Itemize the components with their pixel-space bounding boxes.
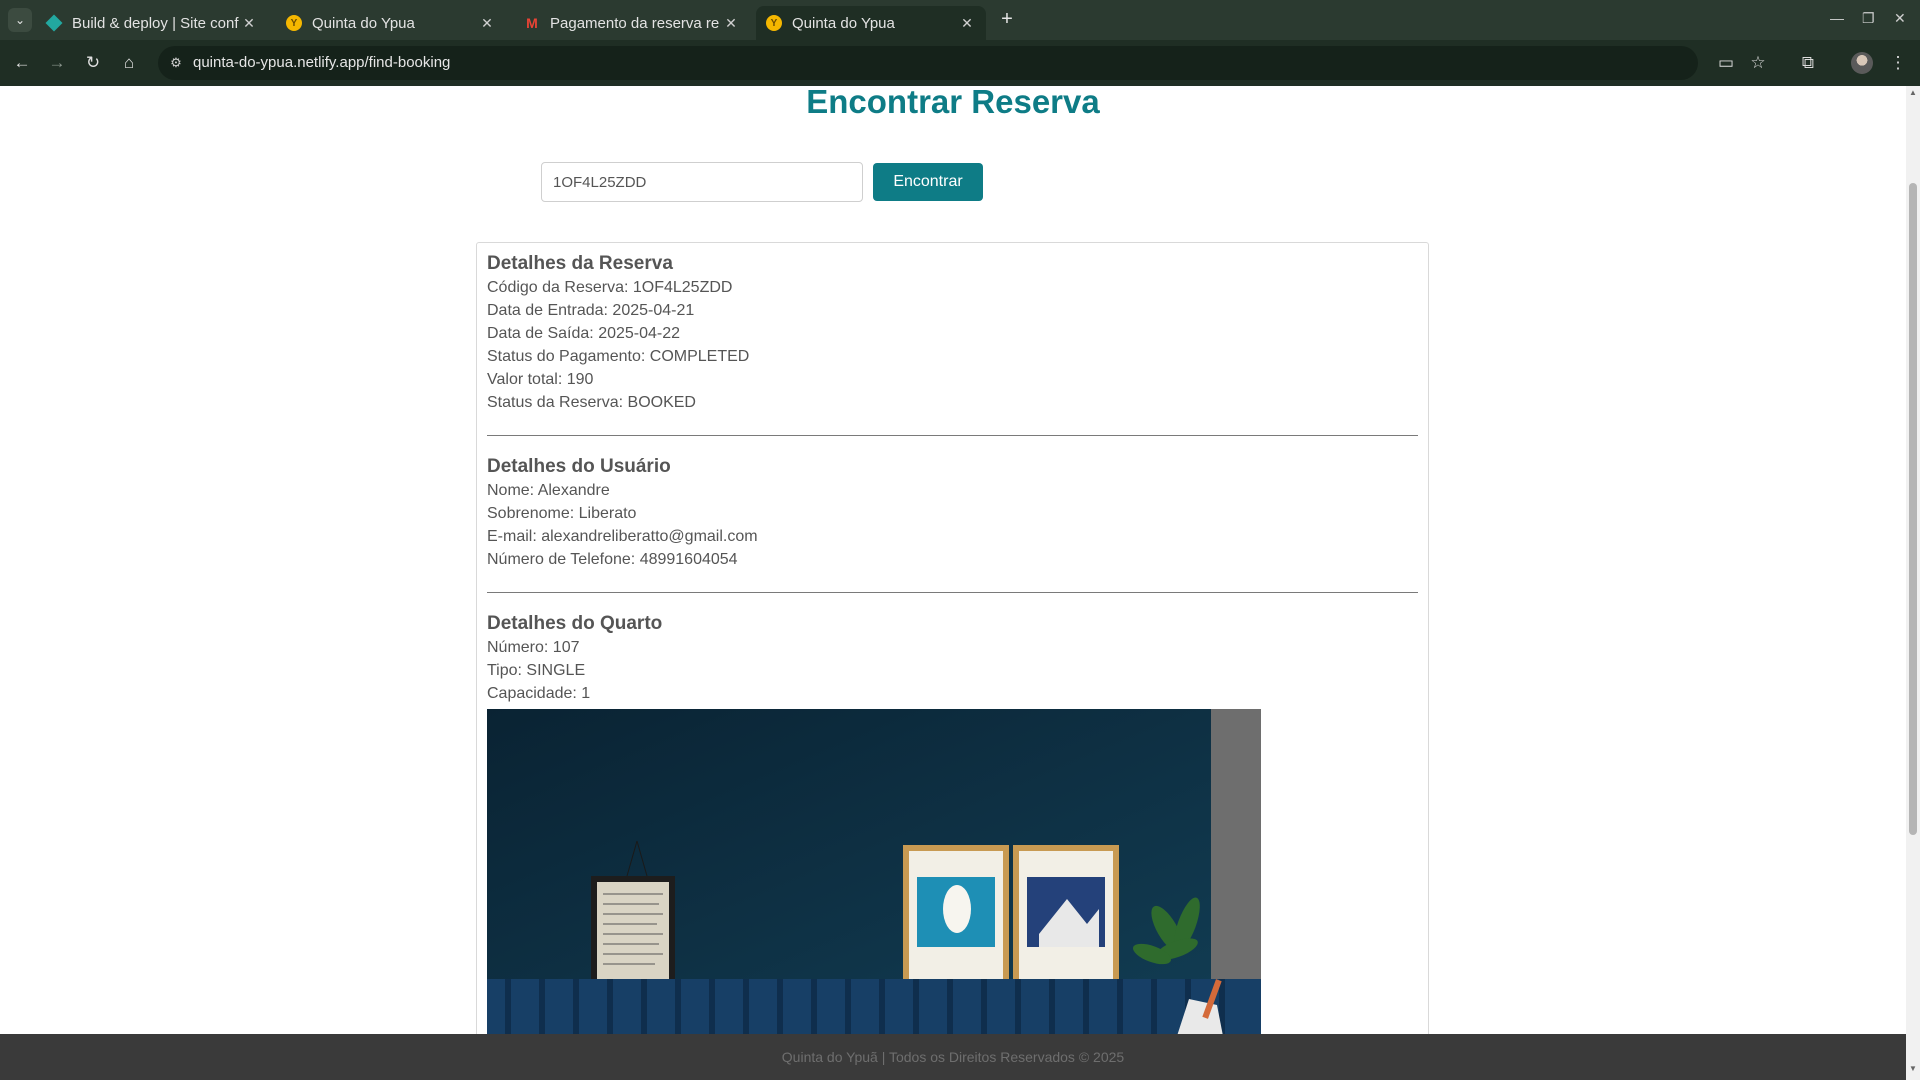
close-window-icon[interactable]: ✕	[1894, 10, 1906, 27]
room-details-heading: Detalhes do Quarto	[487, 613, 663, 634]
extensions-icon[interactable]: ⧉	[1796, 51, 1820, 75]
new-tab-button[interactable]: +	[995, 8, 1019, 32]
close-tab-icon[interactable]: ✕	[478, 15, 496, 32]
browser-tab-gmail[interactable]: M Pagamento da reserva re ✕	[514, 6, 750, 40]
forward-icon[interactable]: →	[46, 52, 68, 74]
payment-status: Status do Pagamento: COMPLETED	[487, 348, 750, 365]
section-divider	[487, 592, 1418, 593]
quinta-logo-icon: Y	[766, 15, 782, 31]
tab-search-menu-button[interactable]: ⌄	[8, 8, 32, 32]
gmail-icon: M	[526, 15, 538, 31]
site-settings-icon[interactable]: ⚙	[166, 53, 186, 73]
booking-status: Status da Reserva: BOOKED	[487, 394, 696, 411]
booking-code: Código da Reserva: 1OF4L25ZDD	[487, 279, 733, 296]
card-icon[interactable]: ▭	[1714, 51, 1738, 75]
netlify-diamond-icon	[45, 14, 63, 32]
quinta-logo-icon: Y	[286, 15, 302, 31]
reload-icon[interactable]: ↻	[82, 52, 104, 74]
user-phone: Número de Telefone: 48991604054	[487, 551, 738, 568]
tab-title: Build & deploy | Site conf	[72, 14, 239, 32]
browser-tab-build-deploy[interactable]: Build & deploy | Site conf ✕	[38, 6, 268, 40]
menu-kebab-icon[interactable]: ⋮	[1886, 51, 1910, 75]
section-divider	[487, 435, 1418, 436]
user-details-heading: Detalhes do Usuário	[487, 456, 671, 477]
user-last-name: Sobrenome: Liberato	[487, 505, 637, 522]
page-title: Encontrar Reserva	[806, 83, 1100, 120]
room-number: Número: 107	[487, 639, 580, 656]
user-first-name: Nome: Alexandre	[487, 482, 610, 499]
browser-tab-quinta-active[interactable]: Y Quinta do Ypua ✕	[756, 6, 986, 40]
tab-title: Quinta do Ypua	[792, 14, 895, 32]
room-type: Tipo: SINGLE	[487, 662, 586, 679]
page-footer: Quinta do Ypuã | Todos os Direitos Reser…	[0, 1034, 1906, 1080]
url-text[interactable]: quinta-do-ypua.netlify.app/find-booking	[193, 54, 450, 71]
browser-tab-quinta[interactable]: Y Quinta do Ypua ✕	[276, 6, 506, 40]
close-tab-icon[interactable]: ✕	[722, 15, 740, 32]
profile-avatar[interactable]	[1851, 52, 1873, 74]
scroll-down-icon[interactable]: ▼	[1908, 1064, 1918, 1073]
check-out-date: Data de Saída: 2025-04-22	[487, 325, 681, 342]
booking-details-heading: Detalhes da Reserva	[487, 253, 673, 274]
room-photo	[487, 709, 1261, 1036]
minimize-icon[interactable]: —	[1830, 10, 1844, 26]
booking-code-input[interactable]	[541, 162, 863, 202]
total-value: Valor total: 190	[487, 371, 594, 388]
bookmark-star-icon[interactable]: ☆	[1746, 51, 1770, 75]
scroll-up-icon[interactable]: ▲	[1908, 88, 1918, 97]
tab-title: Quinta do Ypua	[312, 14, 415, 32]
room-photo-illustration	[487, 709, 1261, 1036]
find-button[interactable]: Encontrar	[873, 163, 983, 201]
close-tab-icon[interactable]: ✕	[958, 15, 976, 32]
scrollbar-thumb[interactable]	[1909, 183, 1917, 835]
back-icon[interactable]: ←	[11, 52, 33, 74]
restore-icon[interactable]: ❐	[1862, 10, 1875, 27]
close-tab-icon[interactable]: ✕	[240, 15, 258, 32]
home-icon[interactable]: ⌂	[118, 52, 140, 74]
tab-title: Pagamento da reserva re	[550, 14, 720, 32]
room-capacity: Capacidade: 1	[487, 685, 591, 702]
check-in-date: Data de Entrada: 2025-04-21	[487, 302, 695, 319]
user-email: E-mail: alexandreliberatto@gmail.com	[487, 528, 758, 545]
